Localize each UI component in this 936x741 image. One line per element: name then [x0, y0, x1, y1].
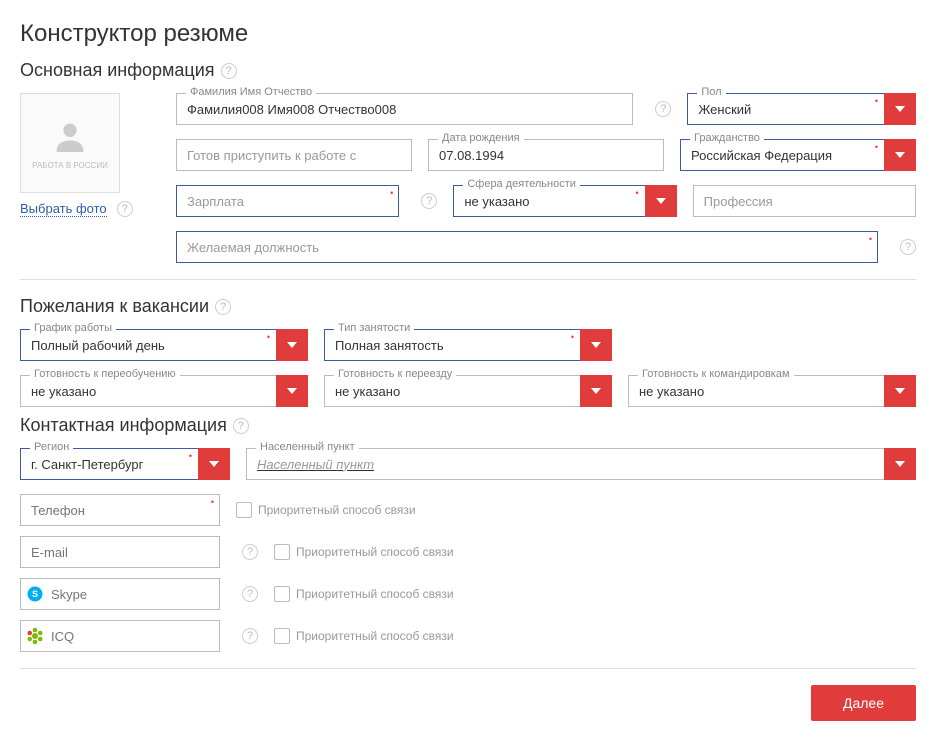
chevron-down-icon [209, 461, 219, 467]
chevron-down-icon [591, 388, 601, 394]
skype-priority-checkbox[interactable] [274, 586, 290, 602]
help-icon[interactable]: ? [421, 193, 437, 209]
profession-input[interactable] [693, 185, 916, 217]
citizenship-dropdown-button[interactable] [884, 139, 916, 171]
help-icon[interactable]: ? [221, 63, 237, 79]
photo-caption: РАБОТА В РОССИИ [32, 161, 108, 170]
retrain-dropdown-button[interactable] [276, 375, 308, 407]
divider [20, 279, 916, 280]
help-icon[interactable]: ? [655, 101, 671, 117]
salary-input[interactable] [176, 185, 399, 217]
help-icon[interactable]: ? [242, 586, 258, 602]
phone-input[interactable] [20, 494, 220, 526]
chevron-down-icon [656, 198, 666, 204]
help-icon[interactable]: ? [242, 628, 258, 644]
email-priority-label: Приоритетный способ связи [296, 545, 454, 559]
skype-priority-label: Приоритетный способ связи [296, 587, 454, 601]
schedule-label: График работы [30, 322, 116, 334]
schedule-dropdown-button[interactable] [276, 329, 308, 361]
page-title: Конструктор резюме [20, 20, 916, 48]
email-input[interactable] [20, 536, 220, 568]
locality-label: Населенный пункт [256, 441, 359, 453]
section-basic-title: Основная информация ? [20, 60, 916, 81]
chevron-down-icon [895, 152, 905, 158]
retrain-label: Готовность к переобучению [30, 368, 180, 380]
relocate-label: Готовность к переезду [334, 368, 456, 380]
sphere-label: Сфера деятельности [463, 178, 580, 190]
citizenship-label: Гражданство [690, 132, 764, 144]
help-icon[interactable]: ? [242, 544, 258, 560]
chevron-down-icon [287, 342, 297, 348]
gender-dropdown-button[interactable] [884, 93, 916, 125]
chevron-down-icon [895, 461, 905, 467]
icq-priority-checkbox[interactable] [274, 628, 290, 644]
help-icon[interactable]: ? [117, 201, 133, 217]
icq-icon [26, 627, 44, 645]
position-input[interactable] [176, 231, 878, 263]
chevron-down-icon [895, 106, 905, 112]
gender-label: Пол [697, 86, 725, 98]
help-icon[interactable]: ? [233, 418, 249, 434]
region-label: Регион [30, 441, 73, 453]
skype-input[interactable] [20, 578, 220, 610]
email-priority-checkbox[interactable] [274, 544, 290, 560]
svg-text:S: S [32, 589, 38, 599]
fio-label: Фамилия Имя Отчество [186, 86, 316, 98]
icq-input[interactable] [20, 620, 220, 652]
section-wishes-title: Пожелания к вакансии ? [20, 296, 916, 317]
help-icon[interactable]: ? [900, 239, 916, 255]
emptype-dropdown-button[interactable] [580, 329, 612, 361]
trips-label: Готовность к командировкам [638, 368, 794, 380]
chevron-down-icon [287, 388, 297, 394]
trips-dropdown-button[interactable] [884, 375, 916, 407]
divider [20, 668, 916, 669]
region-dropdown-button[interactable] [198, 448, 230, 480]
next-button[interactable]: Далее [811, 685, 916, 721]
choose-photo-link[interactable]: Выбрать фото [20, 201, 107, 217]
section-contacts-title: Контактная информация ? [20, 415, 916, 436]
skype-icon: S [26, 585, 44, 603]
avatar-icon [50, 117, 90, 157]
help-icon[interactable]: ? [215, 299, 231, 315]
relocate-dropdown-button[interactable] [580, 375, 612, 407]
photo-placeholder[interactable]: РАБОТА В РОССИИ [20, 93, 120, 193]
chevron-down-icon [591, 342, 601, 348]
emptype-label: Тип занятости [334, 322, 414, 334]
start-date-input[interactable] [176, 139, 412, 171]
sphere-dropdown-button[interactable] [645, 185, 677, 217]
phone-priority-checkbox[interactable] [236, 502, 252, 518]
chevron-down-icon [895, 388, 905, 394]
locality-dropdown-button[interactable] [884, 448, 916, 480]
phone-priority-label: Приоритетный способ связи [258, 503, 416, 517]
dob-label: Дата рождения [438, 132, 524, 144]
icq-priority-label: Приоритетный способ связи [296, 629, 454, 643]
